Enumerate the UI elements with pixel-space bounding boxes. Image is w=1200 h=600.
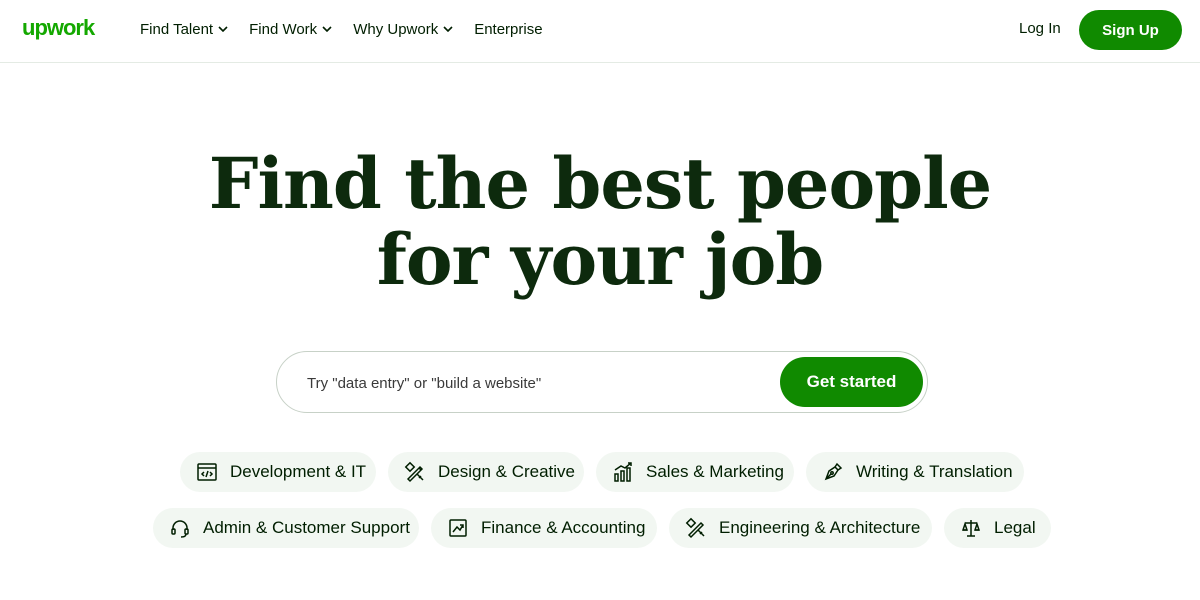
category-label: Development & IT <box>230 462 367 481</box>
bar-chart-icon <box>612 461 634 483</box>
hero-title-line-2: for your job <box>376 218 825 301</box>
category-label: Sales & Marketing <box>646 462 784 481</box>
chevron-down-icon <box>443 26 453 32</box>
category-sales-marketing[interactable]: Sales & Marketing <box>596 452 794 492</box>
category-label: Writing & Translation <box>856 462 1013 481</box>
category-engineering-architecture[interactable]: Engineering & Architecture <box>669 508 932 548</box>
search-input[interactable] <box>307 371 767 395</box>
svg-text:upwork: upwork <box>22 15 96 40</box>
category-label: Design & Creative <box>438 462 576 481</box>
chevron-down-icon <box>218 26 228 32</box>
nav-find-work-label: Find Work <box>249 20 318 38</box>
category-label: Admin & Customer Support <box>203 518 410 537</box>
scales-icon <box>960 517 982 539</box>
design-tools-icon <box>404 461 426 483</box>
category-label: Finance & Accounting <box>481 518 646 537</box>
nav-find-talent-label: Find Talent <box>140 20 214 38</box>
main-nav: Find Talent Find Work Why Upwork Enterpr… <box>140 18 564 40</box>
category-admin-customer-support[interactable]: Admin & Customer Support <box>153 508 419 548</box>
pen-nib-icon <box>822 461 844 483</box>
nav-enterprise[interactable]: Enterprise <box>474 18 542 40</box>
category-label: Engineering & Architecture <box>719 518 921 537</box>
category-design-creative[interactable]: Design & Creative <box>388 452 584 492</box>
category-writing-translation[interactable]: Writing & Translation <box>806 452 1024 492</box>
category-finance-accounting[interactable]: Finance & Accounting <box>431 508 657 548</box>
headset-icon <box>169 517 191 539</box>
drafting-tools-icon <box>685 517 707 539</box>
chevron-down-icon <box>322 26 332 32</box>
upwork-logo[interactable]: upwork <box>22 14 106 44</box>
login-link[interactable]: Log In <box>1019 20 1061 37</box>
upwork-logo-mark: upwork <box>22 15 97 40</box>
signup-button[interactable]: Sign Up <box>1079 10 1182 50</box>
nav-find-talent[interactable]: Find Talent <box>140 18 228 40</box>
search-bar: Get started <box>276 351 928 413</box>
category-label: Legal <box>994 518 1036 537</box>
nav-why-upwork[interactable]: Why Upwork <box>353 18 453 40</box>
category-legal[interactable]: Legal <box>944 508 1051 548</box>
trend-chart-icon <box>447 517 469 539</box>
nav-enterprise-label: Enterprise <box>474 20 543 38</box>
category-development-it[interactable]: Development & IT <box>180 452 376 492</box>
nav-find-work[interactable]: Find Work <box>249 18 332 40</box>
hero-title-line-1: Find the best people <box>208 142 992 225</box>
hero-title: Find the best people for your job <box>0 146 1200 298</box>
nav-why-upwork-label: Why Upwork <box>353 20 439 38</box>
top-navigation-bar: upwork Find Talent Find Work Why Upwork … <box>0 0 1200 63</box>
get-started-button[interactable]: Get started <box>780 357 923 407</box>
code-window-icon <box>196 461 218 483</box>
